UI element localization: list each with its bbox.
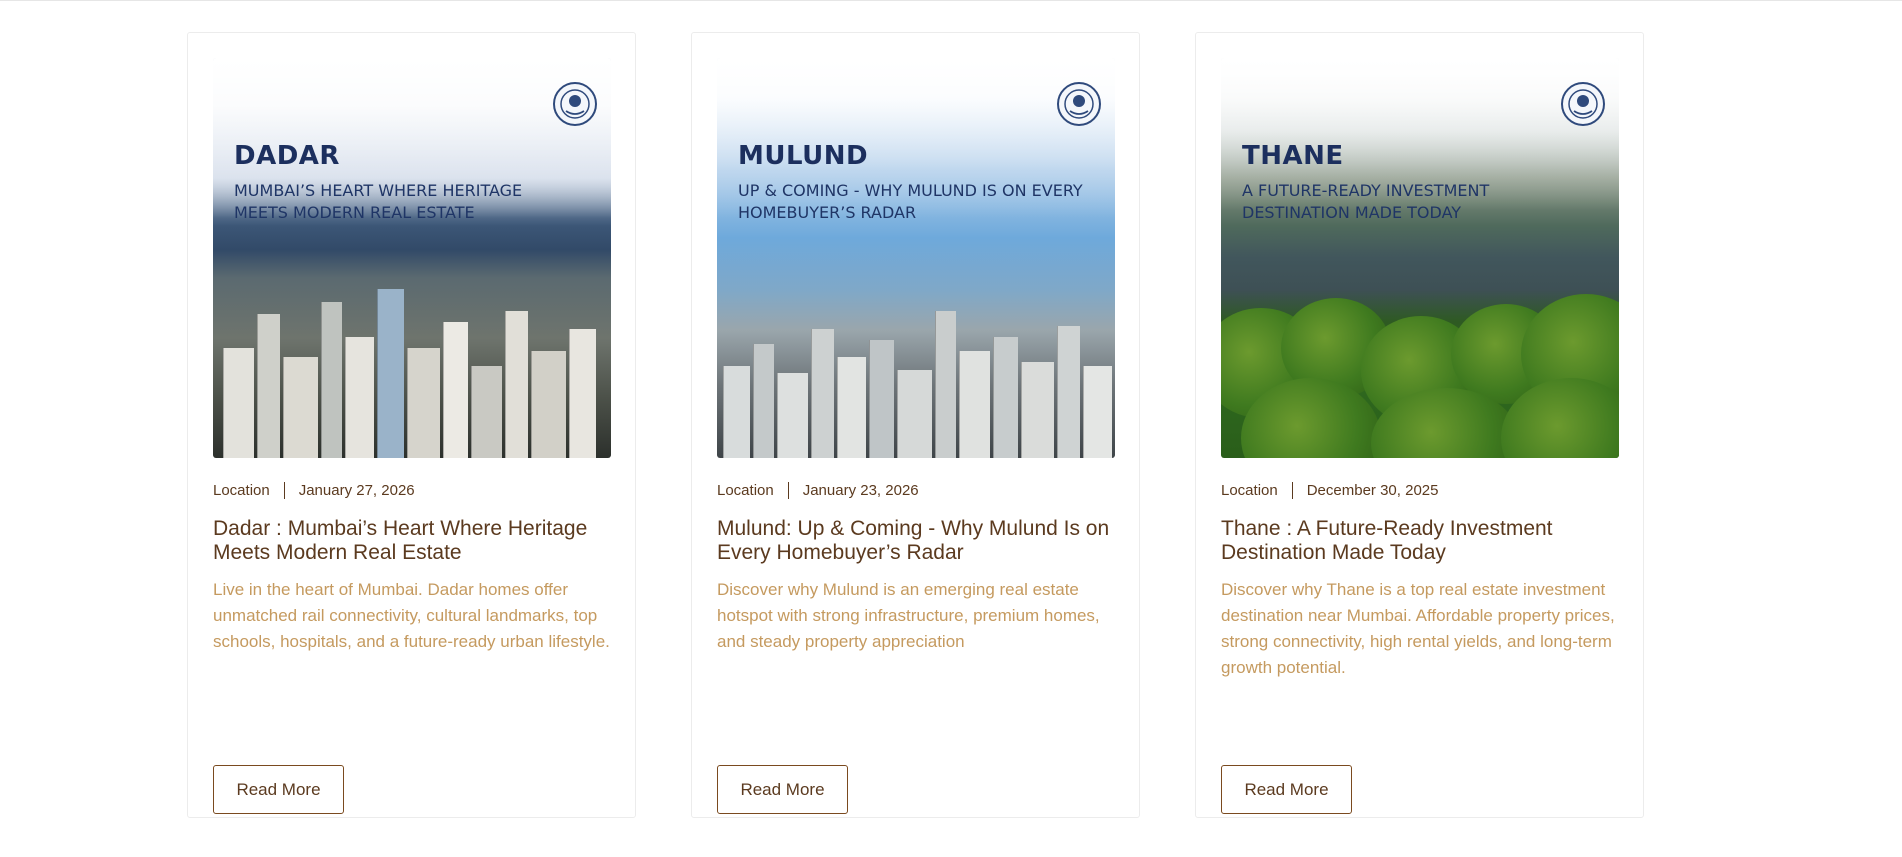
post-meta: Location January 23, 2026	[717, 482, 919, 499]
post-excerpt: Discover why Thane is a top real estate …	[1221, 580, 1615, 677]
image-subheading: A FUTURE-READY INVESTMENT DESTINATION MA…	[1242, 181, 1490, 222]
read-more-button[interactable]: Read More	[717, 765, 848, 814]
image-heading: MULUND	[738, 141, 869, 171]
post-excerpt: Live in the heart of Mumbai. Dadar homes…	[213, 580, 610, 651]
post-meta: Location January 27, 2026	[213, 482, 415, 499]
read-more-button[interactable]: Read More	[213, 765, 344, 814]
card-thumbnail[interactable]: THANE A FUTURE-READY INVESTMENT DESTINAT…	[1221, 58, 1619, 458]
meta-separator	[1291, 482, 1293, 499]
meta-separator	[787, 482, 789, 499]
post-category[interactable]: Location	[717, 482, 774, 499]
post-category[interactable]: Location	[213, 482, 270, 499]
image-subheading: MUMBAI’S HEART WHERE HERITAGE MEETS MODE…	[234, 181, 523, 222]
post-date: January 23, 2026	[802, 482, 919, 499]
meta-separator	[283, 482, 285, 499]
emblem-seal-icon	[1057, 82, 1101, 126]
post-title[interactable]: Dadar : Mumbai’s Heart Where Heritage Me…	[213, 517, 611, 565]
post-title[interactable]: Thane : A Future-Ready Investment Destin…	[1221, 517, 1619, 565]
building-skyline	[213, 274, 611, 458]
card-thumbnail[interactable]: MULUND UP & COMING - WHY MULUND IS ON EV…	[717, 58, 1115, 458]
post-category[interactable]: Location	[1221, 482, 1278, 499]
post-title[interactable]: Mulund: Up & Coming - Why Mulund Is on E…	[717, 517, 1115, 565]
blog-card-mulund: MULUND UP & COMING - WHY MULUND IS ON EV…	[691, 32, 1140, 818]
post-date: January 27, 2026	[298, 482, 415, 499]
read-more-button[interactable]: Read More	[1221, 765, 1352, 814]
image-heading: THANE	[1242, 141, 1344, 171]
top-divider	[0, 0, 1902, 1]
emblem-seal-icon	[1561, 82, 1605, 126]
image-heading: DADAR	[234, 141, 340, 171]
card-thumbnail[interactable]: DADAR MUMBAI’S HEART WHERE HERITAGE MEET…	[213, 58, 611, 458]
emblem-seal-icon	[553, 82, 597, 126]
post-date: December 30, 2025	[1306, 482, 1439, 499]
post-excerpt: Discover why Mulund is an emerging real …	[717, 580, 1100, 651]
blog-card-thane: THANE A FUTURE-READY INVESTMENT DESTINAT…	[1195, 32, 1644, 818]
image-subheading: UP & COMING - WHY MULUND IS ON EVERY HOM…	[738, 181, 1083, 222]
blog-card-grid: DADAR MUMBAI’S HEART WHERE HERITAGE MEET…	[187, 32, 1644, 818]
blog-card-dadar: DADAR MUMBAI’S HEART WHERE HERITAGE MEET…	[187, 32, 636, 818]
building-skyline	[717, 274, 1115, 458]
post-meta: Location December 30, 2025	[1221, 482, 1438, 499]
